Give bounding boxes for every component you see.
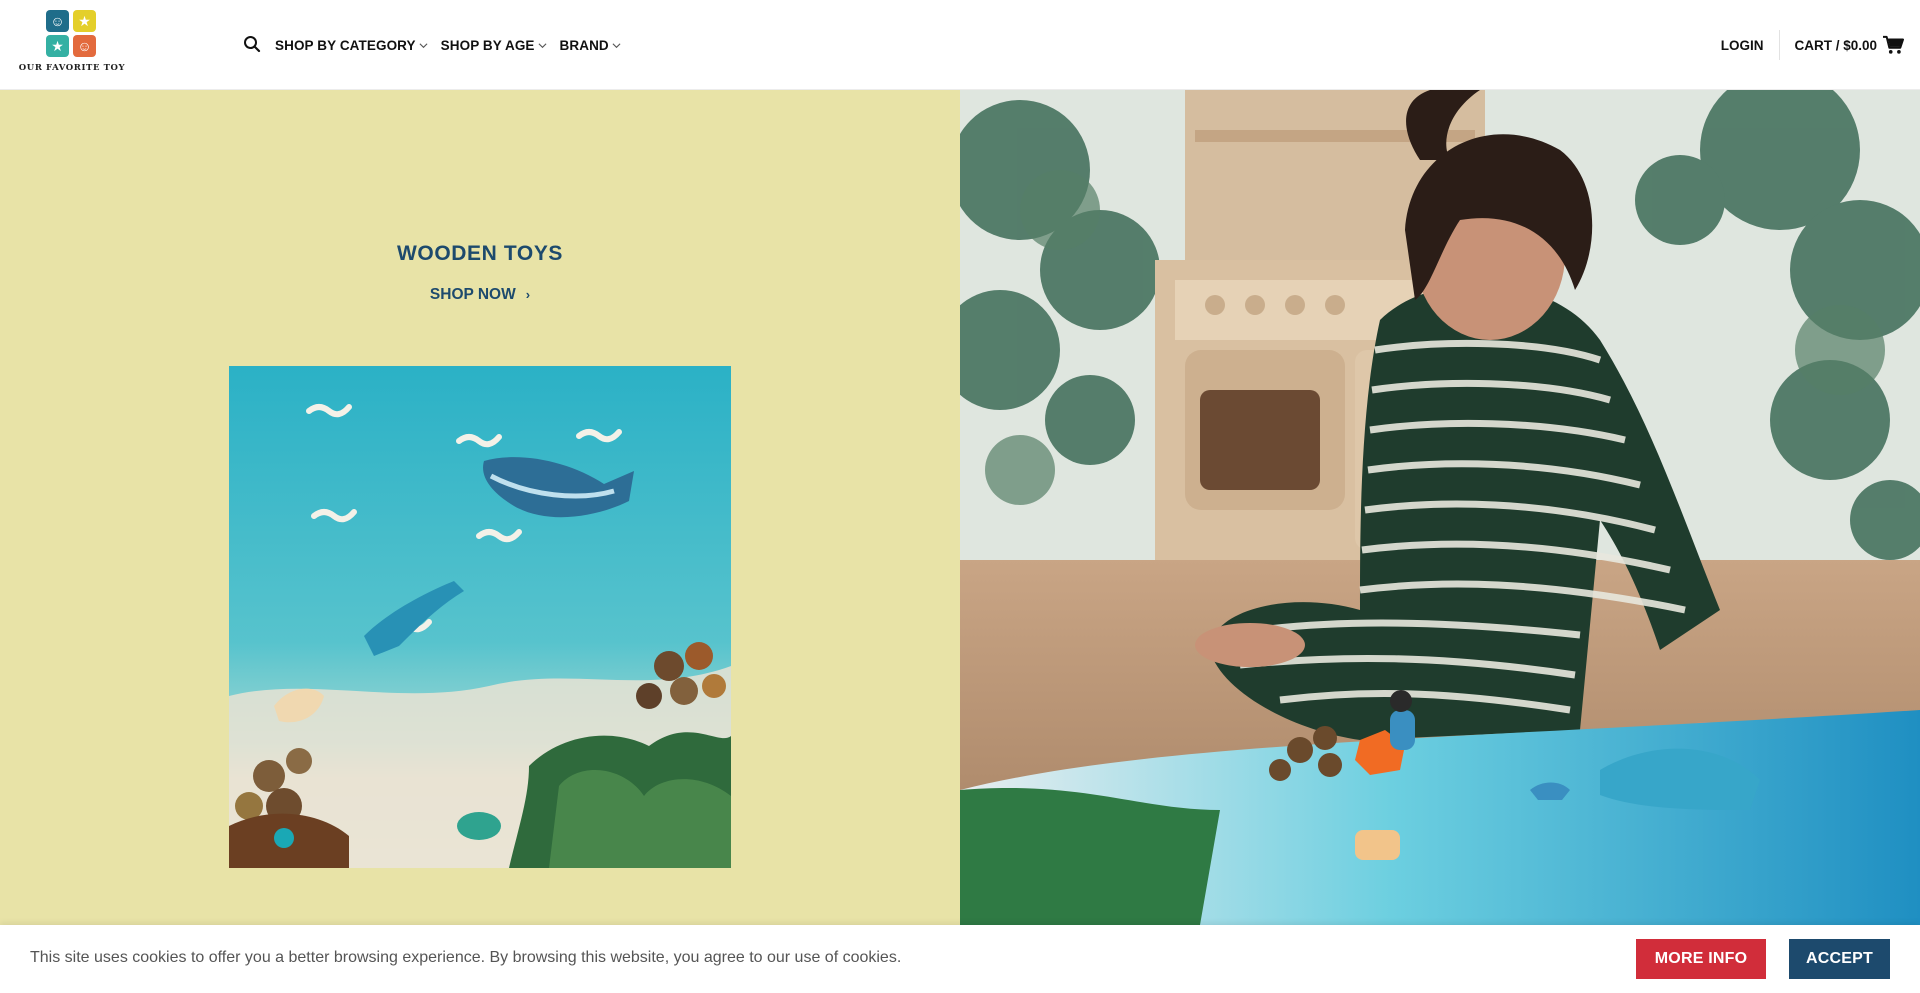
chevron-down-icon [419, 42, 428, 48]
logo-face-icon: ☺ [73, 35, 96, 57]
nav-item-label: BRAND [559, 37, 609, 53]
shop-now-label: SHOP NOW [429, 286, 516, 303]
nav-item-label: SHOP BY CATEGORY [275, 37, 416, 53]
more-info-button[interactable]: MORE INFO [1636, 939, 1766, 979]
chevron-down-icon [612, 42, 621, 48]
cookie-notice: This site uses cookies to offer you a be… [0, 925, 1920, 993]
nav-item-label: SHOP BY AGE [440, 37, 535, 53]
chevron-down-icon [538, 42, 547, 48]
search-icon[interactable] [243, 35, 263, 55]
hero-lifestyle-image [960, 90, 1920, 925]
cart-link[interactable]: CART / $0.00 [1794, 35, 1904, 55]
chevron-right-icon: › [525, 287, 531, 302]
nav-brand[interactable]: BRAND [560, 38, 621, 53]
login-link[interactable]: LOGIN [1721, 38, 1780, 53]
logo-wordmark: OUR FAVORITE TOY [18, 63, 126, 73]
main-nav: SHOP BY CATEGORY SHOP BY AGE BRAND [243, 0, 634, 90]
cart-label: CART / $0.00 [1794, 37, 1877, 53]
accept-cookies-button[interactable]: ACCEPT [1789, 939, 1890, 979]
logo-star-icon: ★ [46, 35, 69, 57]
felt-ocean-playmat-image[interactable] [229, 366, 731, 868]
cookie-message: This site uses cookies to offer you a be… [30, 949, 902, 966]
shop-now-link[interactable]: SHOP NOW › [0, 286, 960, 304]
logo-star-icon: ★ [73, 10, 96, 32]
logo-face-icon: ☺ [46, 10, 69, 32]
site-logo[interactable]: ☺ ★ ★ ☺ OUR FAVORITE TOY [17, 10, 127, 74]
header-divider [1779, 30, 1781, 60]
hero-title: WOODEN TOYS [396, 242, 564, 265]
hero-text-panel: WOODEN TOYS SHOP NOW › [0, 90, 960, 925]
account-area: LOGIN CART / $0.00 [1721, 0, 1904, 90]
nav-shop-by-category[interactable]: SHOP BY CATEGORY [275, 38, 428, 53]
shopping-cart-icon [1883, 35, 1904, 54]
nav-shop-by-age[interactable]: SHOP BY AGE [441, 38, 547, 53]
logo-mark: ☺ ★ ★ ☺ [46, 10, 98, 58]
site-header: ☺ ★ ★ ☺ OUR FAVORITE TOY SHOP BY CATEGOR… [0, 0, 1920, 90]
